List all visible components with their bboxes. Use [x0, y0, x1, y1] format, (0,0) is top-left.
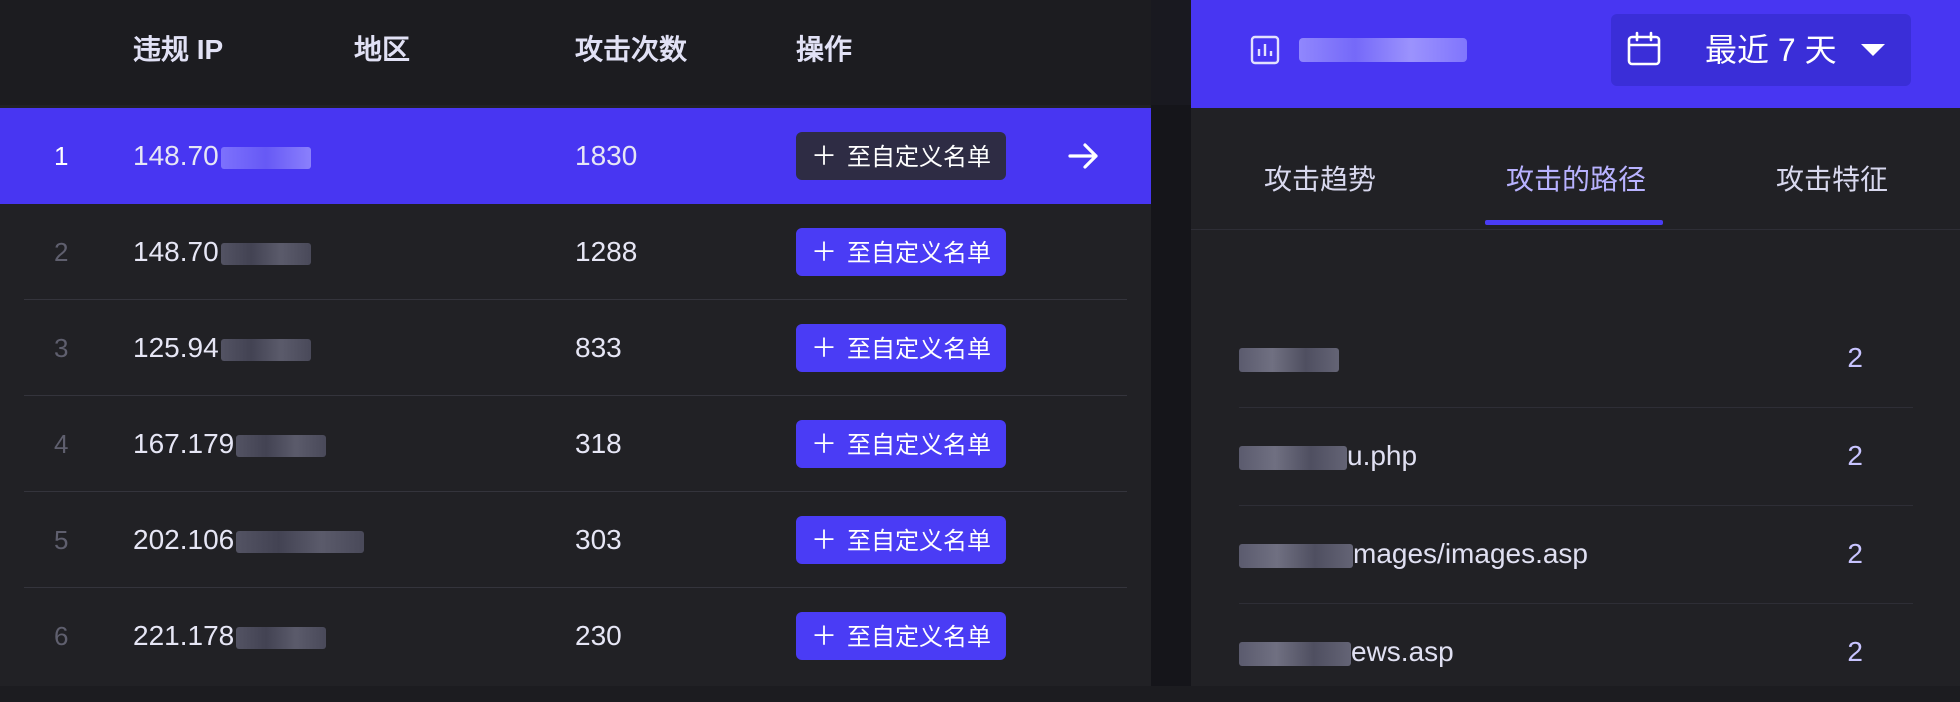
redacted-ip-suffix [220, 338, 311, 361]
row-ip: 148.70 [133, 230, 311, 274]
row-count: 833 [575, 332, 622, 363]
plus-icon: ＋ [810, 333, 837, 363]
redacted-path [1239, 543, 1353, 568]
add-to-custom-list-button[interactable]: ＋至自定义名单 [796, 132, 1006, 180]
plus-icon: ＋ [810, 141, 837, 171]
calendar-icon [1627, 31, 1661, 66]
caret-down-icon [1861, 44, 1885, 56]
active-tab-indicator [1485, 220, 1663, 225]
row-ip: 202.106 [133, 518, 365, 562]
bar-chart-icon [1250, 35, 1280, 65]
date-range-label: 最近 7 天 [1705, 32, 1837, 68]
row-count: 230 [575, 620, 622, 651]
row-count: 1830 [575, 140, 638, 171]
redacted-ip-suffix [236, 530, 365, 553]
plus-icon: ＋ [810, 525, 837, 555]
list-item: u.php 2 [1239, 408, 1913, 506]
ip-detail-panel: 最近 7 天 攻击趋势 攻击的路径 攻击特征 2 u.php 2 mages/i… [1191, 0, 1960, 686]
row-number: 2 [54, 237, 69, 267]
plus-icon: ＋ [810, 237, 837, 267]
tab-attack-trend[interactable]: 攻击趋势 [1264, 158, 1376, 202]
add-to-custom-list-button[interactable]: ＋至自定义名单 [796, 228, 1006, 276]
path-count: 2 [1847, 440, 1863, 471]
table-row[interactable]: 1 148.70 1830 ＋至自定义名单 [0, 108, 1151, 204]
row-number: 5 [54, 525, 69, 555]
header-count: 攻击次数 [575, 34, 688, 65]
list-item: mages/images.asp 2 [1239, 506, 1913, 604]
header-action: 操作 [796, 34, 853, 65]
row-number: 6 [54, 621, 69, 651]
row-ip: 221.178 [133, 614, 327, 658]
redacted-ip-suffix [236, 434, 327, 457]
path-value: u.php [1239, 434, 1417, 478]
attack-ip-table: 违规 IP 地区 攻击次数 操作 1 148.70 1830 ＋至自定义名单 2… [0, 0, 1151, 686]
panel-gap-header [1151, 0, 1191, 105]
redacted-ip-suffix [236, 626, 327, 649]
table-row[interactable]: 2 148.70 1288 ＋至自定义名单 [0, 204, 1151, 300]
detail-header: 最近 7 天 [1191, 0, 1960, 108]
tab-attack-path[interactable]: 攻击的路径 [1506, 158, 1646, 202]
redacted-path [1239, 445, 1347, 470]
table-row[interactable]: 5 202.106 303 ＋至自定义名单 [0, 492, 1151, 588]
row-ip: 148.70 [133, 134, 311, 178]
arrow-right-icon[interactable] [1064, 136, 1104, 176]
path-value: mages/images.asp [1239, 532, 1588, 576]
row-count: 303 [575, 524, 622, 555]
date-range-select[interactable]: 最近 7 天 [1611, 14, 1911, 86]
redacted-path [1239, 347, 1339, 372]
redacted-path [1239, 641, 1351, 666]
add-to-custom-list-button[interactable]: ＋至自定义名单 [796, 420, 1006, 468]
row-number: 4 [54, 429, 69, 459]
add-to-custom-list-button[interactable]: ＋至自定义名单 [796, 516, 1006, 564]
row-count: 318 [575, 428, 622, 459]
list-item: 2 [1239, 310, 1913, 408]
plus-icon: ＋ [810, 429, 837, 459]
table-row[interactable]: 4 167.179 318 ＋至自定义名单 [0, 396, 1151, 492]
path-count: 2 [1847, 636, 1863, 667]
row-ip: 125.94 [133, 326, 311, 370]
path-value [1239, 336, 1339, 380]
header-ip: 违规 IP [133, 34, 224, 65]
redacted-ip-suffix [220, 146, 311, 169]
row-ip: 167.179 [133, 422, 327, 466]
table-header: 违规 IP 地区 攻击次数 操作 [0, 0, 1151, 105]
table-row[interactable]: 3 125.94 833 ＋至自定义名单 [0, 300, 1151, 396]
list-item: ews.asp 2 [1239, 604, 1913, 702]
path-count: 2 [1847, 538, 1863, 569]
row-count: 1288 [575, 236, 638, 267]
detail-tabs: 攻击趋势 攻击的路径 攻击特征 [1191, 108, 1960, 230]
row-number: 1 [54, 141, 69, 171]
header-region: 地区 [354, 34, 411, 65]
add-to-custom-list-button[interactable]: ＋至自定义名单 [796, 324, 1006, 372]
plus-icon: ＋ [810, 621, 837, 651]
redacted-ip-suffix [220, 242, 311, 265]
redacted-site-name [1299, 38, 1467, 62]
path-count: 2 [1847, 342, 1863, 373]
table-row[interactable]: 6 221.178 230 ＋至自定义名单 [0, 588, 1151, 684]
path-value: ews.asp [1239, 630, 1454, 674]
row-number: 3 [54, 333, 69, 363]
tab-attack-features[interactable]: 攻击特征 [1776, 158, 1888, 202]
add-to-custom-list-button[interactable]: ＋至自定义名单 [796, 612, 1006, 660]
